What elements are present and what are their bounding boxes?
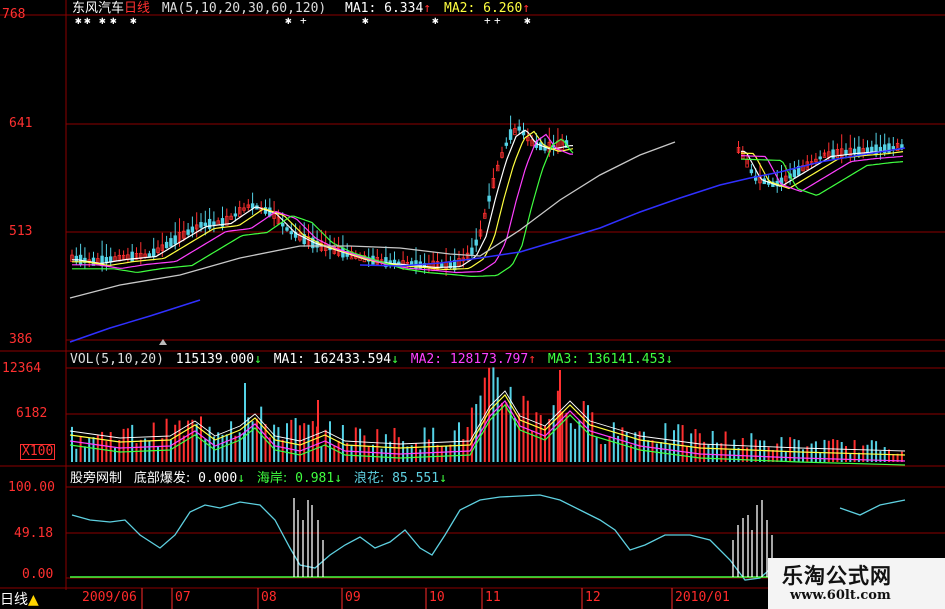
arrow-down-icon: ↓: [254, 352, 262, 367]
price-ma20-line: [72, 133, 573, 274]
date-label-2010-01: 2010/01: [675, 590, 730, 605]
price-y-label-641: 641: [9, 116, 33, 131]
arrow-up-icon: ↑: [423, 1, 432, 16]
price-ma120-line: [69, 299, 201, 343]
stock-name: 东风汽车: [72, 1, 125, 16]
indicator-wave-line: [71, 494, 776, 581]
price-candle: [289, 231, 293, 235]
price-y-label-768: 768: [2, 7, 26, 22]
indicator-y-label-100: 100.00: [8, 480, 55, 495]
price-candle: [792, 169, 797, 178]
arrow-down-icon: ↓: [334, 471, 343, 486]
volume-ma1-value: 162433.594: [312, 352, 392, 367]
arrow-up-icon: ↑: [528, 352, 537, 367]
signal-star-icon: ✱: [432, 14, 439, 27]
arrow-down-icon: ↓: [439, 471, 447, 486]
date-label-09: 09: [345, 590, 361, 605]
date-label-07: 07: [175, 590, 191, 605]
period-tab[interactable]: 日线▲: [0, 589, 39, 609]
arrow-down-icon: ↓: [665, 352, 674, 367]
price-candle: [233, 213, 238, 217]
price-candle: [199, 222, 203, 228]
price-candle: [173, 235, 177, 245]
price-candle: [285, 227, 289, 231]
price-candle: [169, 238, 173, 247]
price-candle: [130, 251, 134, 262]
indicator-wave-line: [839, 499, 906, 516]
price-candle: [891, 146, 895, 150]
price-candle: [151, 248, 156, 257]
chart-plot-area[interactable]: ✱ ✱ ✱ ✱ ✱ ✱ + ✱ ✱ + + ✱: [0, 0, 945, 609]
price-candle: [250, 203, 255, 209]
volume-y-label-12364: 12364: [2, 361, 42, 376]
triangle-up-icon: ▲: [28, 592, 39, 608]
price-ma30-line: [740, 158, 904, 196]
arrow-down-icon: ↓: [237, 471, 246, 486]
price-candle: [818, 156, 822, 160]
watermark-logo: 乐淘公式网 www.60lt.com: [768, 558, 945, 609]
price-ma60-line: [69, 141, 676, 299]
indicator-name: 股旁网制: [70, 471, 123, 486]
volume-unit-label: X100: [20, 444, 56, 460]
price-ma120-line: [359, 147, 906, 267]
volume-header: VOL(5,10,20) 115139.000↓ MA1: 162433.594…: [70, 352, 674, 367]
ma-params: MA(5,10,20,30,60,120): [161, 1, 327, 16]
indicator-sea-value: 0.981: [295, 471, 335, 486]
price-candle: [164, 241, 169, 249]
watermark-url: www.60lt.com: [790, 588, 891, 603]
price-y-label-386: 386: [9, 332, 33, 347]
price-candle: [749, 169, 754, 174]
price-candle: [212, 221, 216, 226]
price-candle: [504, 142, 508, 146]
indicator-y-label-0: 0.00: [22, 567, 54, 582]
price-candle: [474, 239, 478, 246]
arrow-up-icon: ↑: [522, 1, 531, 16]
date-label-10: 10: [429, 590, 445, 605]
watermark-title: 乐淘公式网: [782, 564, 892, 588]
price-candle: [487, 195, 491, 202]
price-ma1: MA1: 6.334↑: [345, 1, 432, 16]
price-y-label-513: 513: [9, 224, 33, 239]
price-candle: [508, 129, 513, 140]
date-label-12: 12: [585, 590, 601, 605]
indicator-y-label-49: 49.18: [14, 526, 54, 541]
price-ma1-value: 6.334: [384, 1, 424, 16]
indicator-bottom-value: 0.000: [198, 471, 238, 486]
price-ma2: MA2: 6.260↑: [444, 1, 531, 16]
volume-value: 115139.000: [175, 352, 255, 367]
date-label-11: 11: [485, 590, 501, 605]
period-label: 日线: [124, 1, 151, 16]
arrow-down-icon: ↓: [391, 352, 399, 367]
price-candle: [280, 222, 285, 227]
indicator-wave-value: 85.551: [392, 471, 440, 486]
volume-indicator-name: VOL(5,10,20): [70, 352, 164, 367]
stock-chart-window: ✱ ✱ ✱ ✱ ✱ ✱ + ✱ ✱ + + ✱ 东风汽车日线 MA(5,10,20,30,60,120…: [0, 0, 945, 609]
price-candle: [186, 229, 190, 235]
price-candle: [203, 222, 207, 227]
price-candle: [74, 255, 78, 263]
date-label-2009-06: 2009/06: [82, 590, 137, 605]
price-candle: [190, 226, 195, 233]
price-candle: [517, 126, 521, 131]
price-candle: [147, 253, 152, 257]
price-candle: [857, 146, 861, 156]
price-candle: [207, 218, 212, 229]
date-label-08: 08: [261, 590, 277, 605]
price-header: 东风汽车日线 MA(5,10,20,30,60,120): [72, 1, 326, 16]
volume-ma3-value: 136141.453: [586, 352, 666, 367]
price-candle: [470, 247, 474, 255]
price-ma2-value: 6.260: [483, 1, 523, 16]
indicator-header: 股旁网制 底部爆发: 0.000↓ 海岸: 0.981↓ 浪花: 85.551↓: [70, 471, 447, 486]
volume-y-label-6182: 6182: [16, 406, 48, 421]
price-candle: [878, 146, 883, 152]
volume-ma2-value: 128173.797: [449, 352, 529, 367]
